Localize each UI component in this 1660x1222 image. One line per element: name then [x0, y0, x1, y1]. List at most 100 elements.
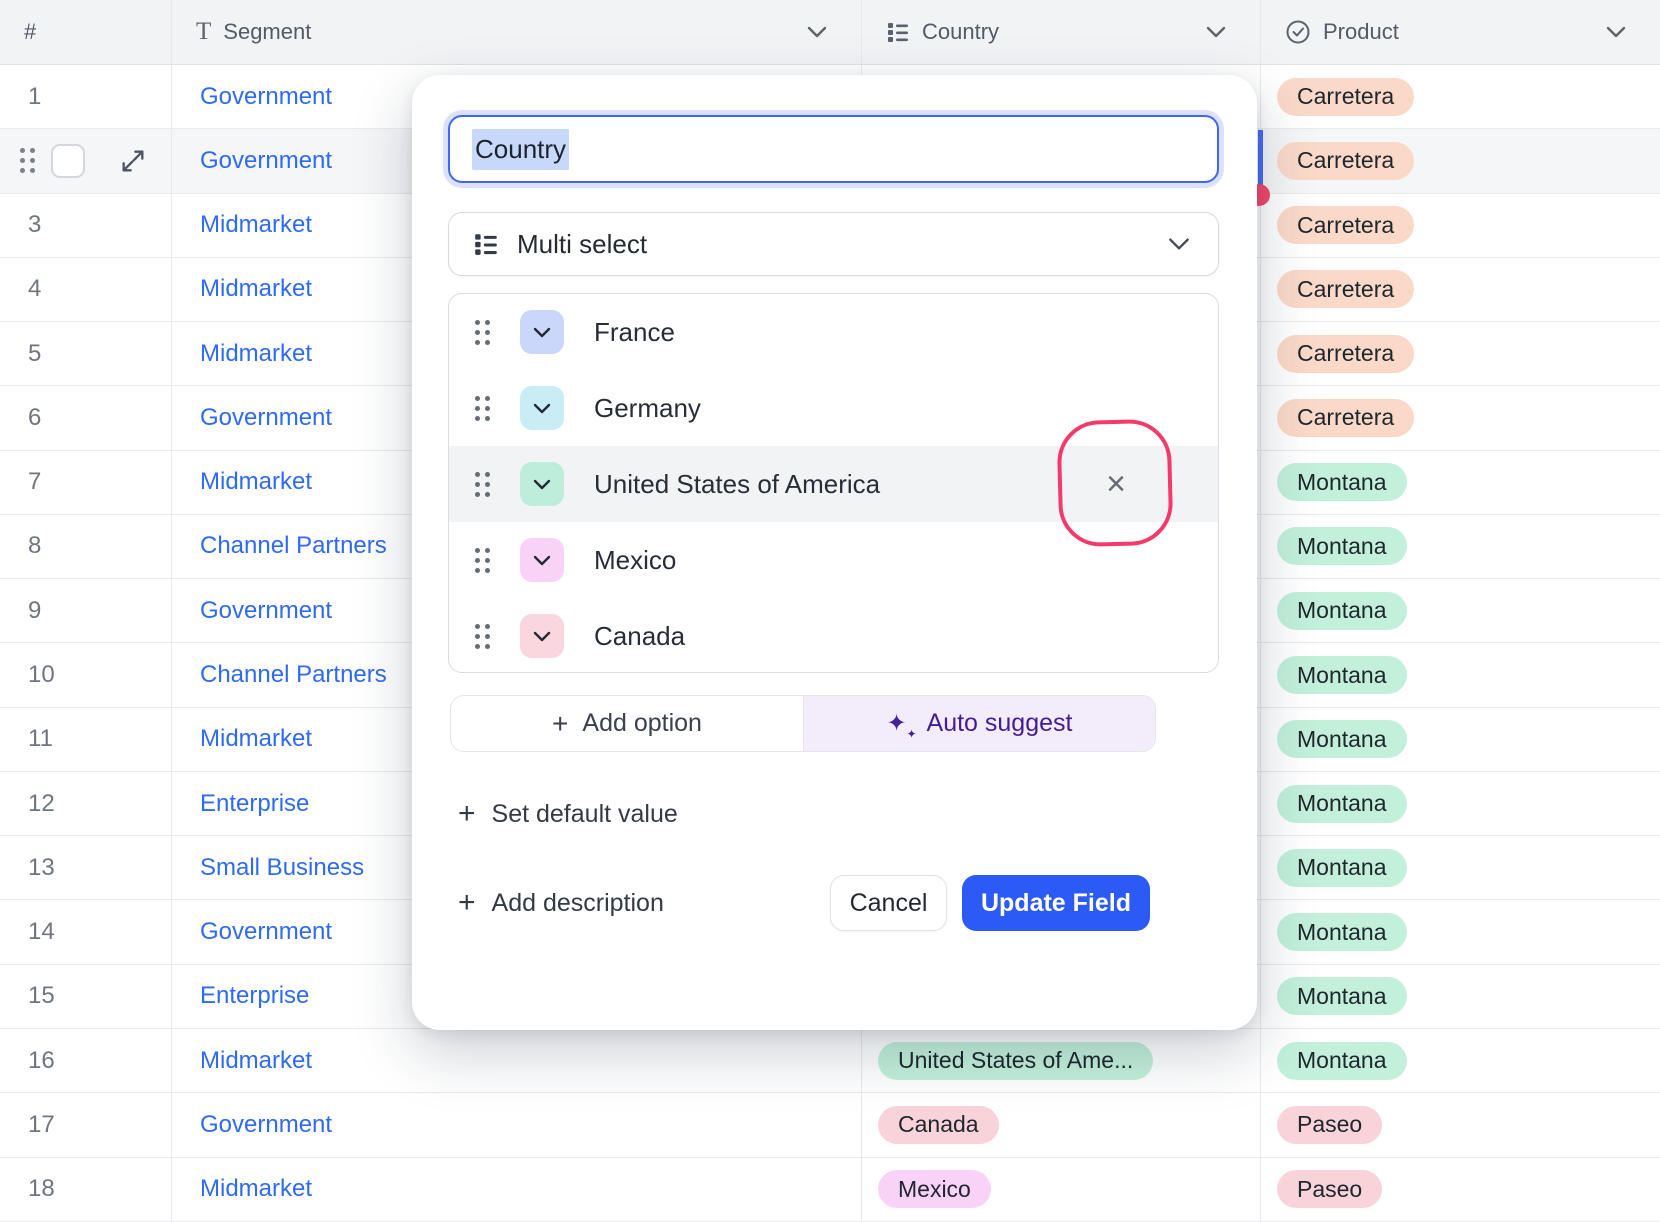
option-drag-handle-icon[interactable]: [475, 548, 490, 573]
product-pill[interactable]: Carretera: [1277, 335, 1414, 373]
product-pill[interactable]: Montana: [1277, 463, 1407, 501]
add-option-button[interactable]: + Add option: [451, 696, 803, 751]
option-row-canada[interactable]: Canada: [449, 598, 1218, 673]
table-row[interactable]: 17 Government Canada Paseo: [0, 1093, 1660, 1157]
chevron-down-icon[interactable]: [807, 26, 827, 38]
field-name-input[interactable]: Country: [448, 115, 1219, 183]
option-drag-handle-icon[interactable]: [475, 396, 490, 421]
option-color-chip[interactable]: [520, 538, 564, 582]
chevron-down-icon: [1168, 238, 1190, 251]
column-header-country[interactable]: Country: [862, 0, 1261, 64]
segment-header-label: Segment: [223, 19, 311, 45]
segment-cell[interactable]: Channel Partners: [200, 532, 387, 560]
segment-cell[interactable]: Channel Partners: [200, 661, 387, 689]
option-color-chip[interactable]: [520, 386, 564, 430]
row-number: 3: [28, 211, 41, 239]
product-pill[interactable]: Carretera: [1277, 78, 1414, 116]
segment-cell[interactable]: Enterprise: [200, 982, 309, 1010]
product-pill[interactable]: Montana: [1277, 720, 1407, 758]
segment-cell[interactable]: Government: [200, 147, 332, 175]
row-checkbox[interactable]: [51, 144, 85, 178]
segment-cell[interactable]: Government: [200, 404, 332, 432]
annotation-highlight-circle: [1056, 419, 1173, 548]
auto-suggest-button[interactable]: ✦✦ Auto suggest: [803, 696, 1155, 751]
update-field-button[interactable]: Update Field: [962, 875, 1150, 931]
segment-cell[interactable]: Midmarket: [200, 1175, 312, 1203]
row-number: 12: [28, 790, 55, 818]
option-drag-handle-icon[interactable]: [475, 320, 490, 345]
product-pill[interactable]: Paseo: [1277, 1170, 1382, 1208]
product-pill[interactable]: Montana: [1277, 913, 1407, 951]
segment-cell[interactable]: Government: [200, 1111, 332, 1139]
product-pill[interactable]: Carretera: [1277, 270, 1414, 308]
option-row-france[interactable]: France: [449, 294, 1218, 370]
option-label[interactable]: Mexico: [594, 545, 676, 576]
option-label[interactable]: Canada: [594, 621, 685, 652]
option-color-chip[interactable]: [520, 310, 564, 354]
product-pill[interactable]: Montana: [1277, 785, 1407, 823]
table-header: # T Segment Country: [0, 0, 1660, 65]
table-row[interactable]: 16 Midmarket United States of Ame... Mon…: [0, 1029, 1660, 1093]
product-pill[interactable]: Montana: [1277, 527, 1407, 565]
segment-cell[interactable]: Midmarket: [200, 468, 312, 496]
segment-cell[interactable]: Government: [200, 597, 332, 625]
rownum-header-label: #: [24, 19, 36, 45]
option-label[interactable]: Germany: [594, 393, 701, 424]
product-pill[interactable]: Montana: [1277, 977, 1407, 1015]
add-description-button[interactable]: + Add description: [458, 875, 664, 931]
option-label[interactable]: United States of America: [594, 469, 880, 500]
product-pill[interactable]: Paseo: [1277, 1106, 1382, 1144]
product-pill[interactable]: Montana: [1277, 849, 1407, 887]
row-number: 6: [28, 404, 41, 432]
country-header-label: Country: [922, 19, 999, 45]
option-actions: + Add option ✦✦ Auto suggest: [450, 695, 1156, 752]
option-color-chip[interactable]: [520, 614, 564, 658]
country-pill[interactable]: Canada: [878, 1106, 999, 1144]
segment-cell[interactable]: Midmarket: [200, 340, 312, 368]
row-number: 8: [28, 532, 41, 560]
segment-cell[interactable]: Enterprise: [200, 790, 309, 818]
row-number: 5: [28, 340, 41, 368]
plus-icon: +: [458, 888, 476, 918]
option-drag-handle-icon[interactable]: [475, 624, 490, 649]
segment-cell[interactable]: Midmarket: [200, 275, 312, 303]
segment-cell[interactable]: Government: [200, 83, 332, 111]
row-number: 17: [28, 1111, 55, 1139]
column-header-product[interactable]: Product: [1261, 0, 1660, 64]
chevron-down-icon[interactable]: [1206, 26, 1226, 38]
product-pill[interactable]: Montana: [1277, 656, 1407, 694]
product-pill[interactable]: Montana: [1277, 592, 1407, 630]
option-drag-handle-icon[interactable]: [475, 472, 490, 497]
row-drag-handle-icon[interactable]: [20, 148, 35, 173]
set-default-value-button[interactable]: + Set default value: [458, 791, 678, 837]
row-number: 4: [28, 275, 41, 303]
cancel-button[interactable]: Cancel: [830, 875, 947, 931]
option-label[interactable]: France: [594, 317, 675, 348]
segment-cell[interactable]: Small Business: [200, 854, 364, 882]
segment-cell[interactable]: Midmarket: [200, 211, 312, 239]
expand-record-icon[interactable]: [119, 147, 147, 175]
country-pill[interactable]: United States of Ame...: [878, 1042, 1153, 1080]
field-type-selector[interactable]: Multi select: [448, 212, 1219, 276]
product-pill[interactable]: Carretera: [1277, 142, 1414, 180]
segment-cell[interactable]: Government: [200, 918, 332, 946]
row-number: 9: [28, 597, 41, 625]
row-number: 14: [28, 918, 55, 946]
multi-select-icon: [473, 231, 499, 257]
row-number: 15: [28, 982, 55, 1010]
product-pill[interactable]: Carretera: [1277, 206, 1414, 244]
chevron-down-icon[interactable]: [1606, 26, 1626, 38]
product-pill[interactable]: Carretera: [1277, 399, 1414, 437]
column-header-rownum[interactable]: #: [0, 0, 172, 64]
product-pill[interactable]: Montana: [1277, 1042, 1407, 1080]
table-row[interactable]: 18 Midmarket Mexico Paseo: [0, 1158, 1660, 1222]
column-header-segment[interactable]: T Segment: [172, 0, 862, 64]
country-pill[interactable]: Mexico: [878, 1170, 991, 1208]
segment-cell[interactable]: Midmarket: [200, 1047, 312, 1075]
field-type-value: Multi select: [517, 229, 647, 260]
single-select-icon: [1285, 19, 1311, 45]
segment-cell[interactable]: Midmarket: [200, 725, 312, 753]
row-number: 1: [28, 83, 41, 111]
row-number: 7: [28, 468, 41, 496]
option-color-chip[interactable]: [520, 462, 564, 506]
